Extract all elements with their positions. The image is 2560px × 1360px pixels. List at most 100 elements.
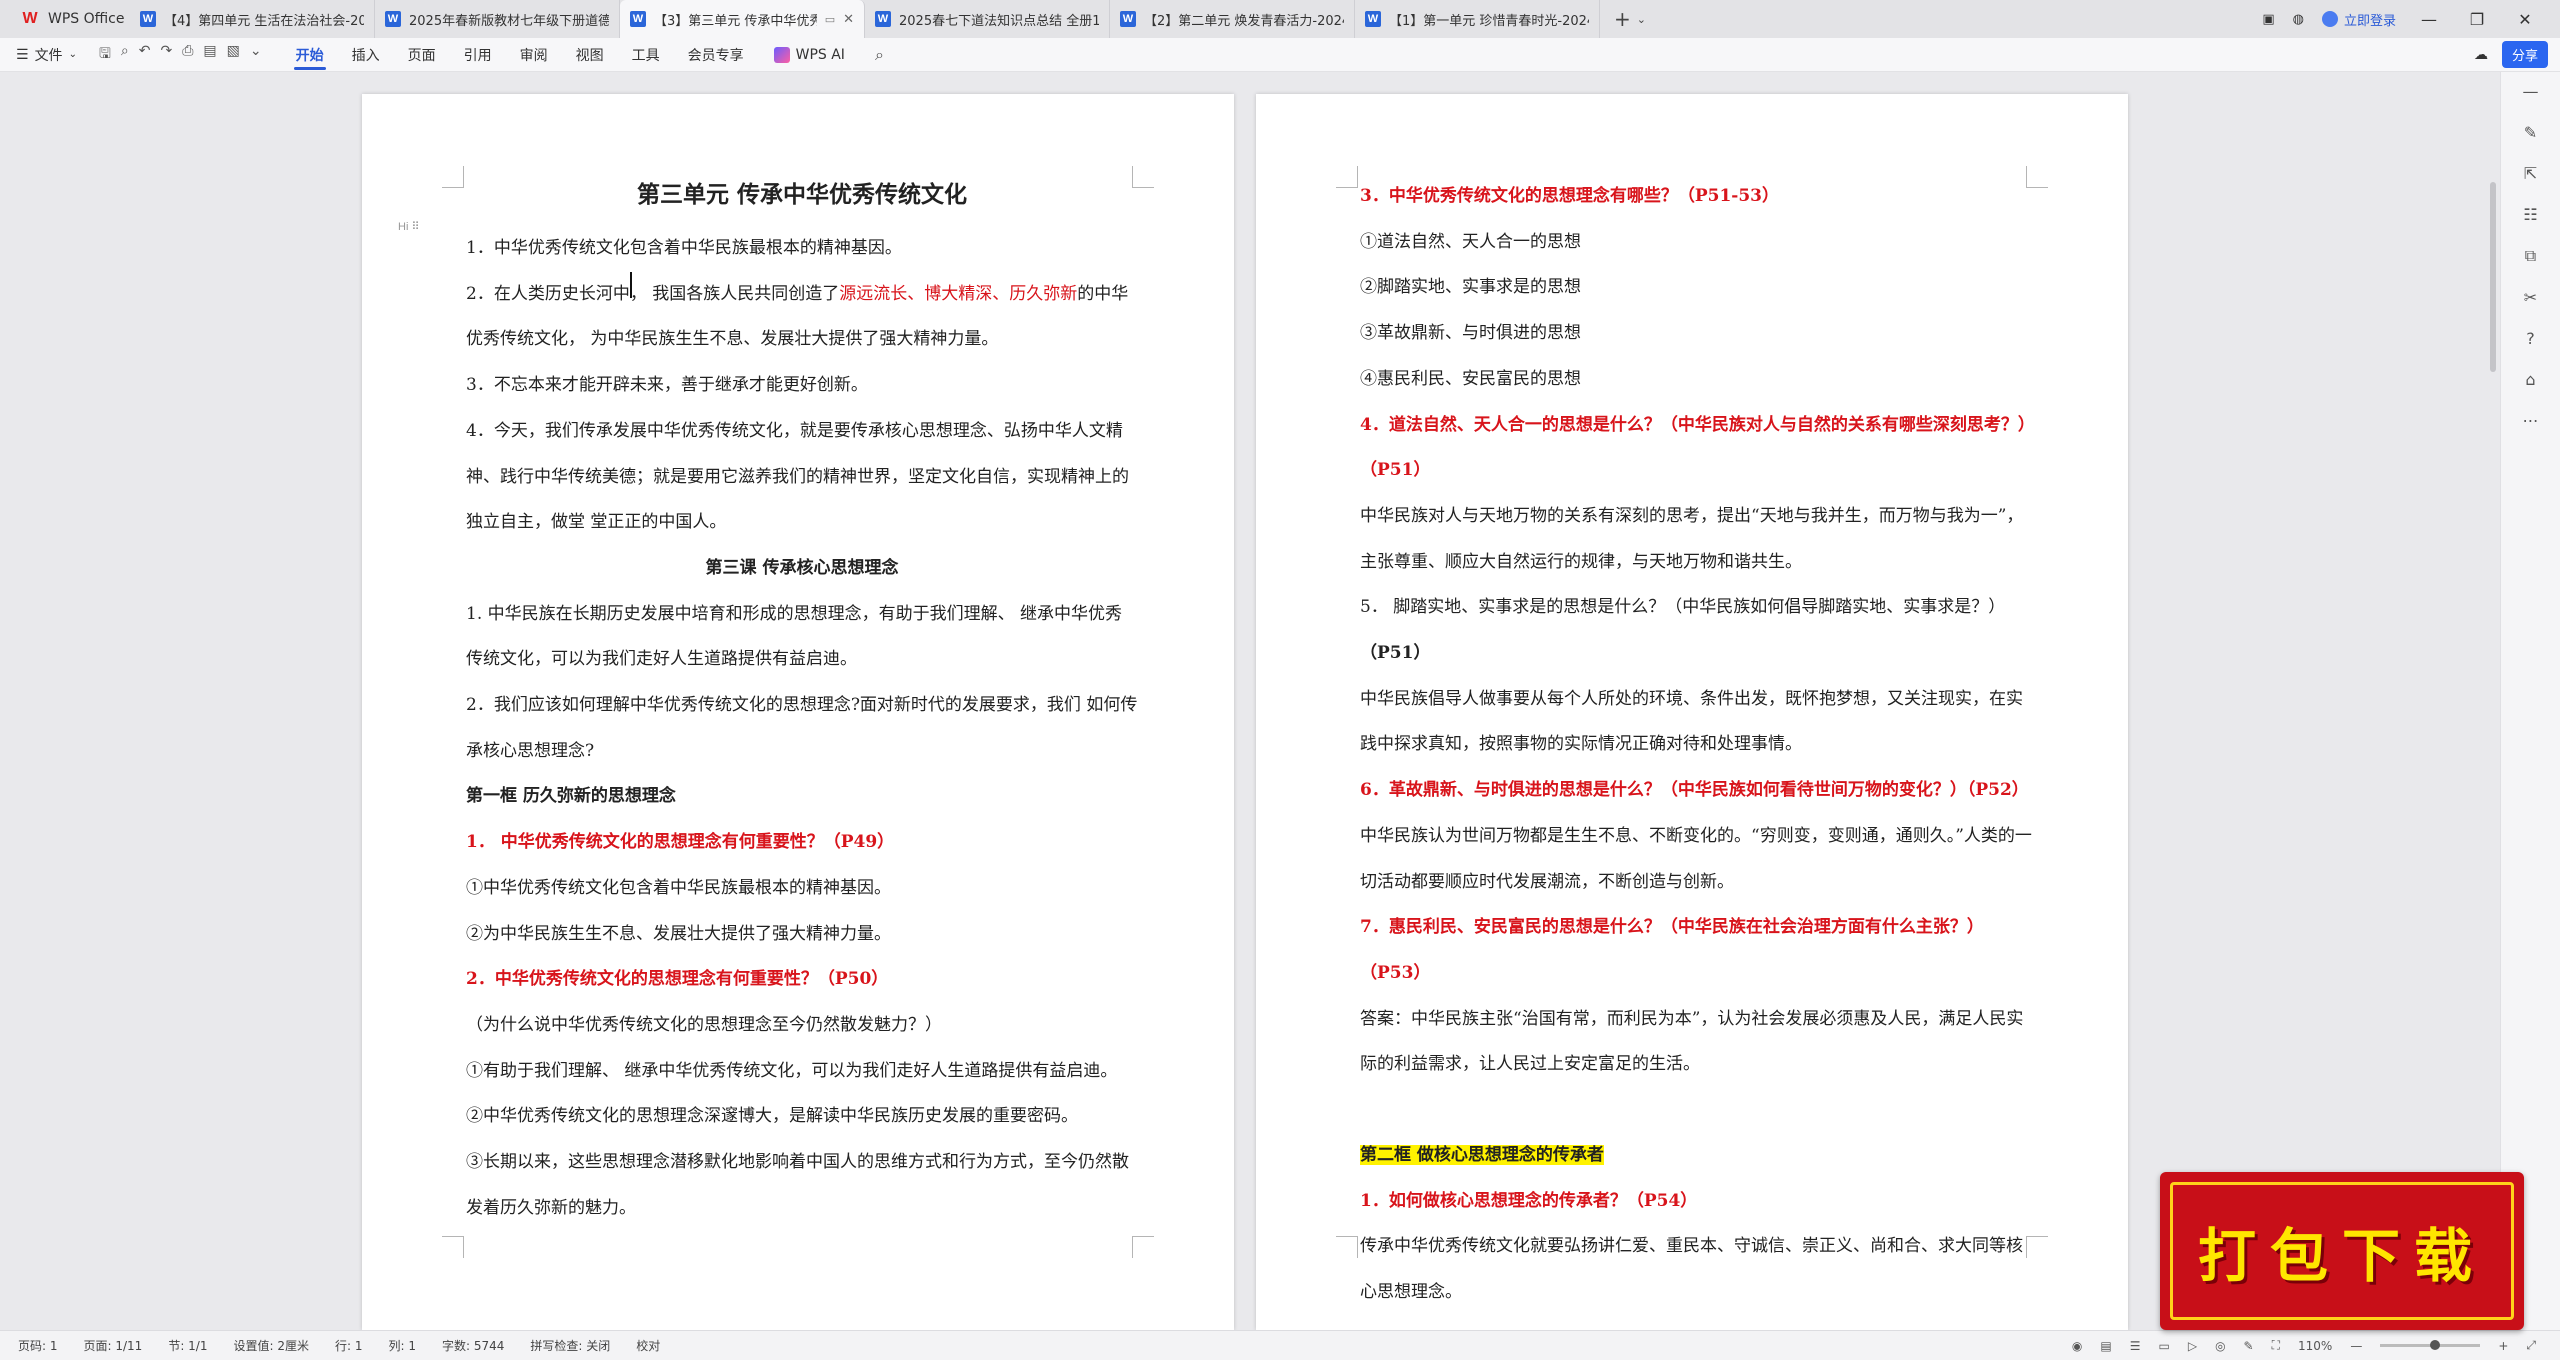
margin-corner-mark (442, 166, 464, 188)
tab-references[interactable]: 引用 (450, 38, 506, 72)
zoom-slider-handle[interactable] (2430, 1340, 2441, 1350)
pdf-icon[interactable]: ▤ (203, 43, 216, 67)
doc-tab-5[interactable]: W 【2】第二单元 焕发青春活力-2024- (1110, 0, 1355, 38)
doc-tab-4[interactable]: W 2025春七下道法知识点总结 全册1.do (865, 0, 1110, 38)
answer-paragraph: 中华民族倡导人做事要从每个人所处的环境、条件出发，既怀抱梦想，又关注现实，在实践… (1360, 688, 2023, 755)
minimize-icon[interactable]: — (2414, 10, 2444, 29)
ribbon-tabs: 开始 插入 页面 引用 审阅 视图 工具 会员专享 (282, 38, 758, 72)
wps-home-tab[interactable]: W WPS Office (0, 0, 130, 38)
answer-item: ①道法自然、天人合一的思想 (1360, 231, 1581, 252)
document-workspace: Hi ⠿ 第三单元 传承中华优秀传统文化 1．中华优秀传统文化包含着中华民族最根… (0, 72, 2500, 1330)
settings-sliders-icon[interactable]: ☷ (2523, 205, 2537, 224)
zoom-in-icon[interactable]: + (2498, 1339, 2508, 1353)
answer-paragraph: 传承中华优秀传统文化就要弘扬讲仁爱、重民本、守诚信、崇正义、尚和合、求大同等核心… (1360, 1236, 2023, 1303)
download-banner[interactable]: 打包下载 (2160, 1172, 2524, 1330)
page-count[interactable]: 页面: 1/11 (84, 1337, 143, 1354)
question-heading: 1．如何做核心思想理念的传承者？（P54） (1360, 1190, 1698, 1211)
document-page-2[interactable]: 3．中华优秀传统文化的思想理念有哪些？（P51-53） ①道法自然、天人合一的思… (1256, 94, 2128, 1330)
question-heading: 4．道法自然、天人合一的思想是什么？（中华民族对人与自然的关系有哪些深刻思考？）… (1360, 414, 2027, 481)
save-icon[interactable]: 🖫 (99, 43, 111, 67)
doc-tab-label: 【2】第二单元 焕发青春活力-2024- (1144, 13, 1344, 29)
play-icon[interactable]: ▷ (2188, 1339, 2197, 1353)
page-ref: （P51） (1360, 643, 1431, 664)
page-view-icon[interactable]: ▤ (2100, 1339, 2111, 1353)
tab-home[interactable]: 开始 (282, 38, 338, 72)
answer-item: ④惠民利民、安民富民的思想 (1360, 368, 1581, 389)
wps-ai-button[interactable]: WPS AI (758, 46, 861, 63)
tab-member[interactable]: 会员专享 (674, 38, 758, 72)
format-painter-icon[interactable]: ⌕ (121, 43, 129, 67)
zoom-level[interactable]: 110% (2298, 1339, 2332, 1353)
zoom-slider[interactable] (2380, 1340, 2481, 1350)
restore-icon[interactable]: ❐ (2462, 10, 2492, 29)
page-2-content[interactable]: 3．中华优秀传统文化的思想理念有哪些？（P51-53） ①道法自然、天人合一的思… (1360, 174, 2032, 1316)
read-view-icon[interactable]: ▭ (2158, 1339, 2169, 1353)
share-button[interactable]: 分享 (2501, 41, 2548, 68)
tab-insert[interactable]: 插入 (338, 38, 394, 72)
word-count[interactable]: 字数: 5744 (442, 1337, 504, 1354)
doc-tab-2[interactable]: W 2025年春新版教材七年级下册道德与 (375, 0, 620, 38)
fullscreen-icon[interactable]: ⤢ (2526, 1338, 2536, 1353)
eye-protection-icon[interactable]: ◉ (2072, 1339, 2082, 1353)
question-heading: 7．惠民利民、安民富民的思想是什么？（中华民族在社会治理方面有什么主张？）（P5… (1360, 917, 1984, 983)
more-icon[interactable]: ⌄ (250, 43, 262, 67)
style-icon[interactable]: ⧉ (2525, 246, 2536, 266)
paragraph-text: 2．在人类历史长河中， 我国各族人民共同创造了 (466, 283, 840, 304)
answer-item: ②为中华民族生生不息、发展壮大提供了强大精神力量。 (466, 923, 891, 944)
tools-icon[interactable]: ✂ (2524, 288, 2537, 307)
paragraph: 4．今天，我们传承发展中华优秀传统文化，就是要传承核心思想理念、弘扬中华人文精神… (466, 420, 1129, 533)
redo-icon[interactable]: ↷ (160, 43, 172, 67)
paragraph-handle-icon[interactable]: Hi ⠿ (398, 220, 420, 233)
doc-tab-label: 2025春七下道法知识点总结 全册1.do (899, 13, 1099, 29)
document-page-1[interactable]: Hi ⠿ 第三单元 传承中华优秀传统文化 1．中华优秀传统文化包含着中华民族最根… (362, 94, 1234, 1330)
fit-page-icon[interactable]: ⛶ (2272, 1338, 2280, 1353)
spell-check[interactable]: 拼写检查: 关闭 (530, 1337, 610, 1354)
proofread[interactable]: 校对 (636, 1337, 660, 1354)
doc-tab-6[interactable]: W 【1】第一单元 珍惜青春时光-2024- (1355, 0, 1600, 38)
plugin-icon[interactable]: ⌂ (2525, 370, 2535, 389)
search-icon[interactable]: ⌕ (861, 45, 898, 65)
select-icon[interactable]: ⇱ (2524, 164, 2537, 183)
close-window-icon[interactable]: ✕ (2510, 10, 2540, 29)
collapse-icon[interactable]: — (2523, 82, 2539, 101)
wps-ai-icon (773, 46, 790, 63)
pen-icon[interactable]: ✎ (2524, 123, 2537, 142)
login-button[interactable]: 立即登录 (2321, 10, 2396, 29)
paragraph: 2．在人类历史长河中， 我国各族人民共同创造了源远流长、博大精深、历久弥新的中华… (466, 272, 1138, 363)
doc-tab-label: 2025年春新版教材七年级下册道德与 (409, 13, 609, 29)
doc-tab-label: 【3】第三单元 传承中华优秀 (654, 13, 817, 29)
window-layout-icon[interactable]: ▣ (2262, 12, 2274, 27)
tab-view[interactable]: 视图 (562, 38, 618, 72)
tab-review[interactable]: 审阅 (506, 38, 562, 72)
more-options-icon[interactable]: ⋯ (2523, 411, 2539, 430)
doc-tab-3-active[interactable]: W 【3】第三单元 传承中华优秀 ▭ ✕ (620, 0, 865, 38)
undo-icon[interactable]: ↶ (139, 43, 151, 67)
tab-screen-icon[interactable]: ▭ (825, 13, 835, 26)
login-label: 立即登录 (2343, 13, 2396, 29)
wps-logo-icon: W (22, 10, 38, 27)
hamburger-icon: ☰ (16, 46, 29, 63)
print-icon[interactable]: ⎙ (182, 43, 193, 67)
cloud-sync-icon[interactable]: ☁ (2474, 47, 2488, 63)
help-icon[interactable]: ? (2526, 329, 2535, 348)
new-tab-button[interactable]: + ⌄ (1600, 0, 1660, 38)
skin-icon[interactable]: ◍ (2293, 12, 2304, 27)
page-1-content[interactable]: 第三单元 传承中华优秀传统文化 1．中华优秀传统文化包含着中华民族最根本的精神基… (466, 166, 1138, 1231)
doc-tab-1[interactable]: W 【4】第四单元 生活在法治社会-2025 (130, 0, 375, 38)
word-doc-icon: W (630, 11, 646, 27)
file-menu[interactable]: ☰ 文件 ⌄ (0, 45, 91, 65)
red-emphasis: 源远流长、博大精深、历久弥新 (839, 283, 1078, 304)
image-icon[interactable]: ▧ (227, 43, 240, 67)
web-view-icon[interactable]: ◎ (2215, 1339, 2225, 1353)
word-doc-icon: W (140, 11, 156, 27)
avatar-icon (2321, 11, 2338, 27)
vertical-scrollbar[interactable] (2490, 182, 2496, 372)
zoom-out-icon[interactable]: — (2350, 1339, 2362, 1353)
outline-view-icon[interactable]: ☰ (2130, 1339, 2141, 1353)
write-view-icon[interactable]: ✎ (2244, 1339, 2254, 1353)
close-tab-icon[interactable]: ✕ (843, 12, 854, 27)
tab-page[interactable]: 页面 (394, 38, 450, 72)
answer-paragraph: 中华民族认为世间万物都是生生不息、不断变化的。“穷则变，变则通，通则久。”人类的… (1360, 825, 2032, 892)
tab-tools[interactable]: 工具 (618, 38, 674, 72)
